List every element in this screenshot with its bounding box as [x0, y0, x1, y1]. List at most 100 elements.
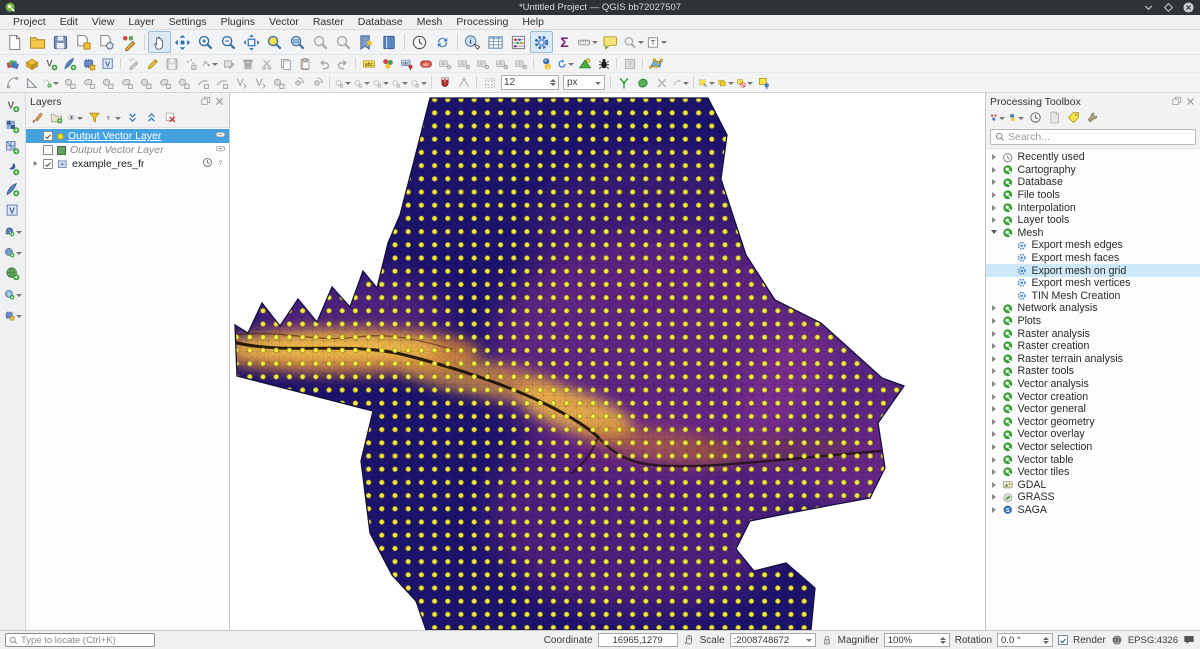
vertex-tool[interactable]	[200, 55, 219, 72]
open-project[interactable]	[26, 31, 49, 53]
add-feature[interactable]	[181, 55, 200, 72]
toolbox-item-vector-tiles[interactable]: Vector tiles	[986, 466, 1200, 479]
chevron-collapsed-icon[interactable]	[991, 494, 998, 500]
show-statistics[interactable]: Σ	[553, 31, 576, 53]
chevron-collapsed-icon[interactable]	[991, 368, 998, 374]
add-spatialite-layer[interactable]	[3, 243, 23, 262]
toolbox-item-vector-table[interactable]: Vector table	[986, 453, 1200, 466]
menu-plugins[interactable]: Plugins	[214, 16, 262, 28]
close-button[interactable]	[1182, 1, 1195, 14]
toolbox-item-vector-geometry[interactable]: Vector geometry	[986, 415, 1200, 428]
layer-row-0[interactable]: Output Vector Layer	[26, 129, 229, 143]
chevron-collapsed-icon[interactable]	[991, 356, 998, 362]
render-checkbox[interactable]	[1058, 635, 1068, 645]
chevron-collapsed-icon[interactable]	[991, 406, 998, 412]
layers-panel-close-icon[interactable]	[214, 96, 225, 107]
select-mesh-by-polygon[interactable]	[633, 74, 652, 91]
new-virtual-layer[interactable]: V	[98, 55, 117, 72]
layer-indicator-clock-icon[interactable]	[202, 157, 213, 171]
toolbox-float-icon[interactable]	[1171, 96, 1182, 107]
digitize-mesh-elements[interactable]	[614, 74, 633, 91]
toolbox-item-vector-creation[interactable]: Vector creation	[986, 390, 1200, 403]
new-temporary-scratch-layer[interactable]	[79, 55, 98, 72]
menu-layer[interactable]: Layer	[121, 16, 161, 28]
move-label[interactable]: ab	[435, 55, 454, 72]
toolbox-item-network-analysis[interactable]: Network analysis	[986, 302, 1200, 315]
regular-polygon[interactable]	[409, 74, 428, 91]
scale-combo[interactable]: :2008748672	[730, 633, 816, 647]
python-console[interactable]	[537, 55, 556, 72]
deselect-features[interactable]	[735, 74, 754, 91]
pan-to-selection[interactable]	[171, 31, 194, 53]
new-project[interactable]	[3, 31, 26, 53]
zoom-in[interactable]	[194, 31, 217, 53]
chevron-expanded-icon[interactable]	[991, 228, 998, 237]
toolbox-item-layer-tools[interactable]: Layer tools	[986, 214, 1200, 227]
snapping-tolerance[interactable]: 12	[501, 75, 559, 90]
first-aid-debug[interactable]	[594, 55, 613, 72]
save-layer-edits[interactable]	[162, 55, 181, 72]
toolbox-item-cartography[interactable]: Cartography	[986, 164, 1200, 177]
toolbox-item-raster-terrain-analysis[interactable]: Raster terrain analysis	[986, 353, 1200, 366]
open-layer-styling-dock[interactable]	[28, 110, 46, 126]
coordinate-input[interactable]	[602, 635, 674, 646]
chevron-collapsed-icon[interactable]	[991, 343, 998, 349]
history[interactable]	[1026, 110, 1044, 126]
menu-view[interactable]: View	[85, 16, 122, 28]
current-edits[interactable]	[124, 55, 143, 72]
expand-all[interactable]	[123, 110, 141, 126]
statistical-summary[interactable]	[507, 31, 530, 53]
rotate-feature[interactable]	[98, 74, 117, 91]
chevron-collapsed-icon[interactable]	[991, 154, 998, 160]
toolbox-item-saga[interactable]: SSAGA	[986, 504, 1200, 517]
toolbox-item-grass[interactable]: GRASS	[986, 491, 1200, 504]
filter-legend[interactable]	[85, 110, 103, 126]
toolbox-item-mesh[interactable]: Mesh	[986, 227, 1200, 240]
chevron-collapsed-icon[interactable]	[991, 217, 998, 223]
chevron-collapsed-icon[interactable]	[991, 457, 998, 463]
chevron-collapsed-icon[interactable]	[991, 394, 998, 400]
layer-visibility-checkbox[interactable]	[43, 131, 53, 141]
layers-panel-float-icon[interactable]	[200, 96, 211, 107]
layer-indicator-memory-icon[interactable]	[215, 143, 226, 157]
add-postgis-layer[interactable]	[3, 222, 23, 241]
pan-map[interactable]	[148, 31, 171, 53]
layout-manager[interactable]	[95, 31, 118, 53]
add-ring[interactable]	[136, 74, 155, 91]
add-vector-layer[interactable]: V	[3, 96, 23, 115]
edit-features-in-place[interactable]	[1064, 110, 1082, 126]
reshape-features[interactable]	[212, 74, 231, 91]
rotation-box[interactable]: 0.0 °	[997, 633, 1053, 647]
offset-point-symbol[interactable]	[307, 74, 326, 91]
split-parts[interactable]	[250, 74, 269, 91]
help-contents[interactable]: ?	[620, 55, 639, 72]
new-shapefile-layer[interactable]: V	[41, 55, 60, 72]
chevron-collapsed-icon[interactable]	[991, 482, 998, 488]
magnifier-box[interactable]: 100%	[884, 633, 950, 647]
ellipse-from-center[interactable]	[371, 74, 390, 91]
chevron-collapsed-icon[interactable]	[991, 507, 998, 513]
move-feature[interactable]	[60, 74, 79, 91]
zoom-to-layer[interactable]	[286, 31, 309, 53]
chevron-collapsed-icon[interactable]	[991, 419, 998, 425]
toolbox-item-raster-analysis[interactable]: Raster analysis	[986, 327, 1200, 340]
filter-by-expression[interactable]: ε	[104, 110, 122, 126]
minimize-button[interactable]	[1142, 1, 1155, 14]
chevron-collapsed-icon[interactable]	[991, 444, 998, 450]
new-spatialite-layer[interactable]	[60, 55, 79, 72]
copy-features[interactable]	[276, 55, 295, 72]
chevron-collapsed-icon[interactable]	[991, 167, 998, 173]
chevron-collapsed-icon[interactable]	[991, 318, 998, 324]
style-manager[interactable]	[118, 31, 141, 53]
delete-selected[interactable]	[238, 55, 257, 72]
layer-expand-icon[interactable]	[32, 158, 39, 170]
chevron-collapsed-icon[interactable]	[991, 331, 998, 337]
mesh-calculator[interactable]	[575, 55, 594, 72]
toolbox-item-raster-creation[interactable]: Raster creation	[986, 340, 1200, 353]
extents-mouse-icon[interactable]	[683, 634, 695, 646]
rectangle-from-extent[interactable]	[390, 74, 409, 91]
modify-attributes[interactable]	[219, 55, 238, 72]
redo[interactable]	[333, 55, 352, 72]
toolbox-item-recently-used[interactable]: Recently used	[986, 151, 1200, 164]
rotation-spinner[interactable]	[1043, 637, 1049, 644]
